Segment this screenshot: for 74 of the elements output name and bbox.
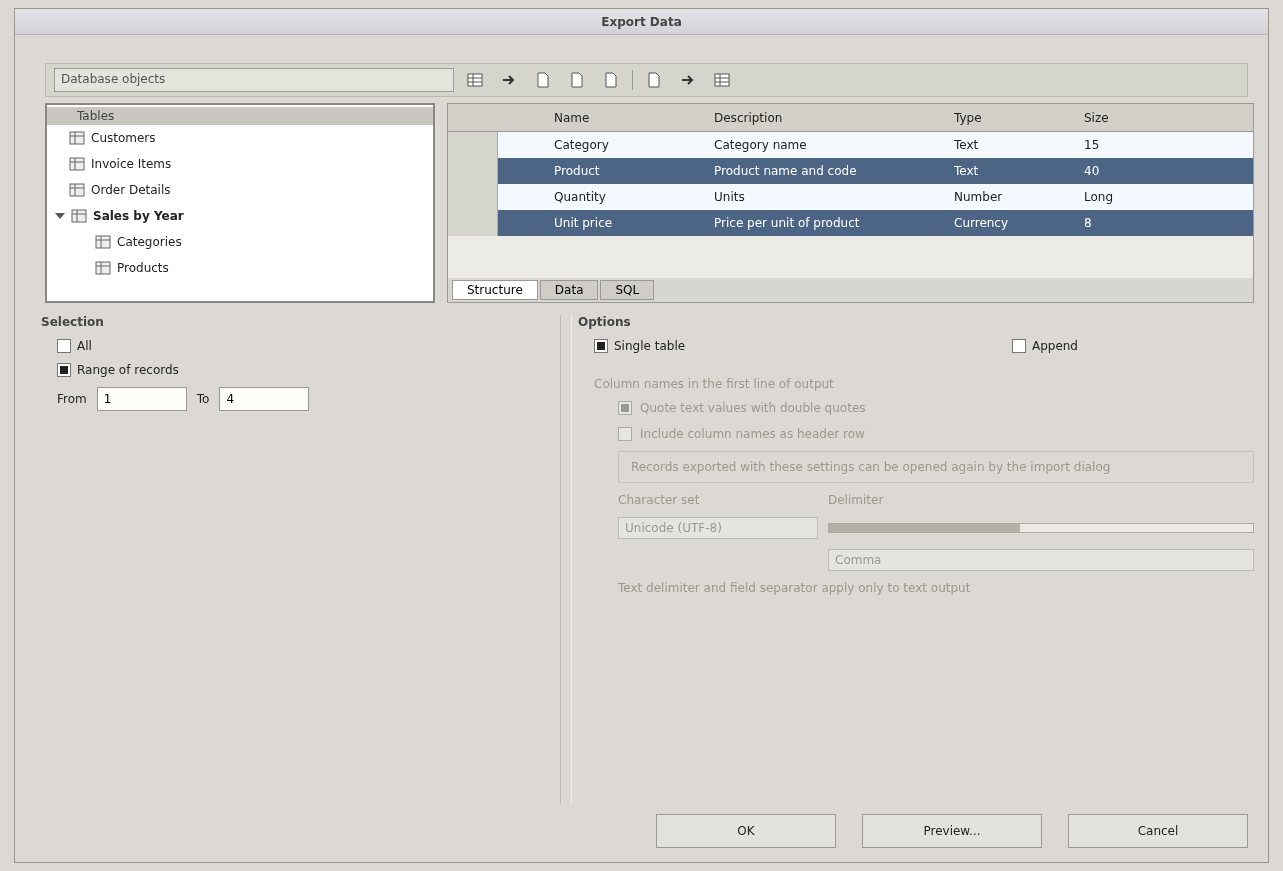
table-cell-text: Product name and code <box>713 164 858 178</box>
tree-item[interactable]: Sales by Year <box>47 203 433 229</box>
table-row[interactable]: Product Product name and code Text 40 <box>448 158 1253 184</box>
checkbox[interactable] <box>618 427 632 441</box>
radio-option[interactable]: All <box>57 339 552 353</box>
info-note: Records exported with these settings can be opened again by the import dialog <box>618 451 1254 483</box>
radio-option[interactable]: Single table <box>594 339 686 353</box>
document-icon <box>646 72 662 88</box>
radio-button[interactable] <box>57 363 71 377</box>
dialog-button[interactable]: OK <box>656 814 836 848</box>
table-cell-text: Category <box>553 138 610 152</box>
column-header[interactable]: Size <box>1078 110 1253 125</box>
table-cell-text: 15 <box>1083 138 1101 152</box>
radio-option[interactable]: Append <box>1011 339 1078 353</box>
field-label: To <box>196 392 210 406</box>
table-cell-text: Number <box>953 190 1004 204</box>
group-title: Selection <box>41 315 105 329</box>
tree-item[interactable]: Customers <box>47 125 433 151</box>
to-field[interactable]: 4 <box>219 387 310 411</box>
sheet-tab[interactable]: Data <box>539 280 599 300</box>
table-icon <box>71 208 87 224</box>
tree-item[interactable]: Order Details <box>47 177 433 203</box>
column-header[interactable]: Type <box>948 110 1078 125</box>
radio-button[interactable] <box>1011 339 1026 353</box>
hint-text: Text delimiter and field separator apply only to text output <box>618 581 972 595</box>
table-cell-text: Unit price <box>553 216 614 230</box>
table-icon <box>95 234 111 250</box>
table-cell-text: Text <box>953 138 980 152</box>
table-cell-text: Quantity <box>553 190 607 204</box>
table-icon <box>69 156 85 172</box>
tree-item[interactable]: Invoice Items <box>47 151 433 177</box>
table-icon <box>69 130 85 146</box>
tree-item[interactable]: Categories <box>47 229 433 255</box>
source-dropdown[interactable]: Database objects <box>54 68 454 92</box>
sheet-tab[interactable]: Structure <box>452 280 538 300</box>
table-row[interactable]: Quantity Units Number Long <box>448 184 1253 210</box>
table-cell-text: Currency <box>953 216 1010 230</box>
dialog-button[interactable]: Cancel <box>1068 814 1248 848</box>
document-icon <box>569 72 585 88</box>
column-header[interactable]: Description <box>708 110 948 125</box>
field-label: Delimiter <box>828 493 885 507</box>
table-cell-text: Price per unit of product <box>713 216 861 230</box>
table-cell-text: Category name <box>713 138 808 152</box>
tree-item[interactable]: Products <box>47 255 433 281</box>
tree-heading: Tables <box>47 107 433 125</box>
grid-icon <box>467 72 483 88</box>
table-cell-text: Units <box>713 190 746 204</box>
table-cell-text: 40 <box>1083 164 1101 178</box>
table-row[interactable]: Category Category name Text 15 <box>448 132 1253 158</box>
grid-icon <box>714 72 730 88</box>
table-row[interactable]: Unit price Price per unit of product Currency 8 <box>448 210 1253 236</box>
slider-track[interactable] <box>828 523 1254 533</box>
table-cell-text: Long <box>1083 190 1115 204</box>
checkbox[interactable] <box>618 401 632 415</box>
expander-icon[interactable] <box>55 213 65 219</box>
column-header[interactable]: Name <box>548 110 708 125</box>
group-title: Options <box>578 315 632 329</box>
dialog-button[interactable]: Preview... <box>862 814 1042 848</box>
sheet-tab[interactable]: SQL <box>600 280 655 300</box>
table-cell-text: Product <box>553 164 601 178</box>
table-cell-text: 8 <box>1083 216 1093 230</box>
table-icon <box>95 260 111 276</box>
document-icon <box>603 72 619 88</box>
window-title: Export Data <box>15 9 1268 35</box>
field-label: Character set <box>618 493 701 507</box>
from-field[interactable]: 1 <box>96 387 187 411</box>
radio-option[interactable]: Range of records <box>57 363 552 377</box>
radio-button[interactable] <box>594 339 608 353</box>
table-icon <box>69 182 85 198</box>
section-label: Column names in the first line of output <box>594 377 835 391</box>
document-icon <box>535 72 551 88</box>
radio-button[interactable] <box>57 339 71 353</box>
table-cell-text: Text <box>953 164 980 178</box>
field-label: From <box>57 392 87 406</box>
